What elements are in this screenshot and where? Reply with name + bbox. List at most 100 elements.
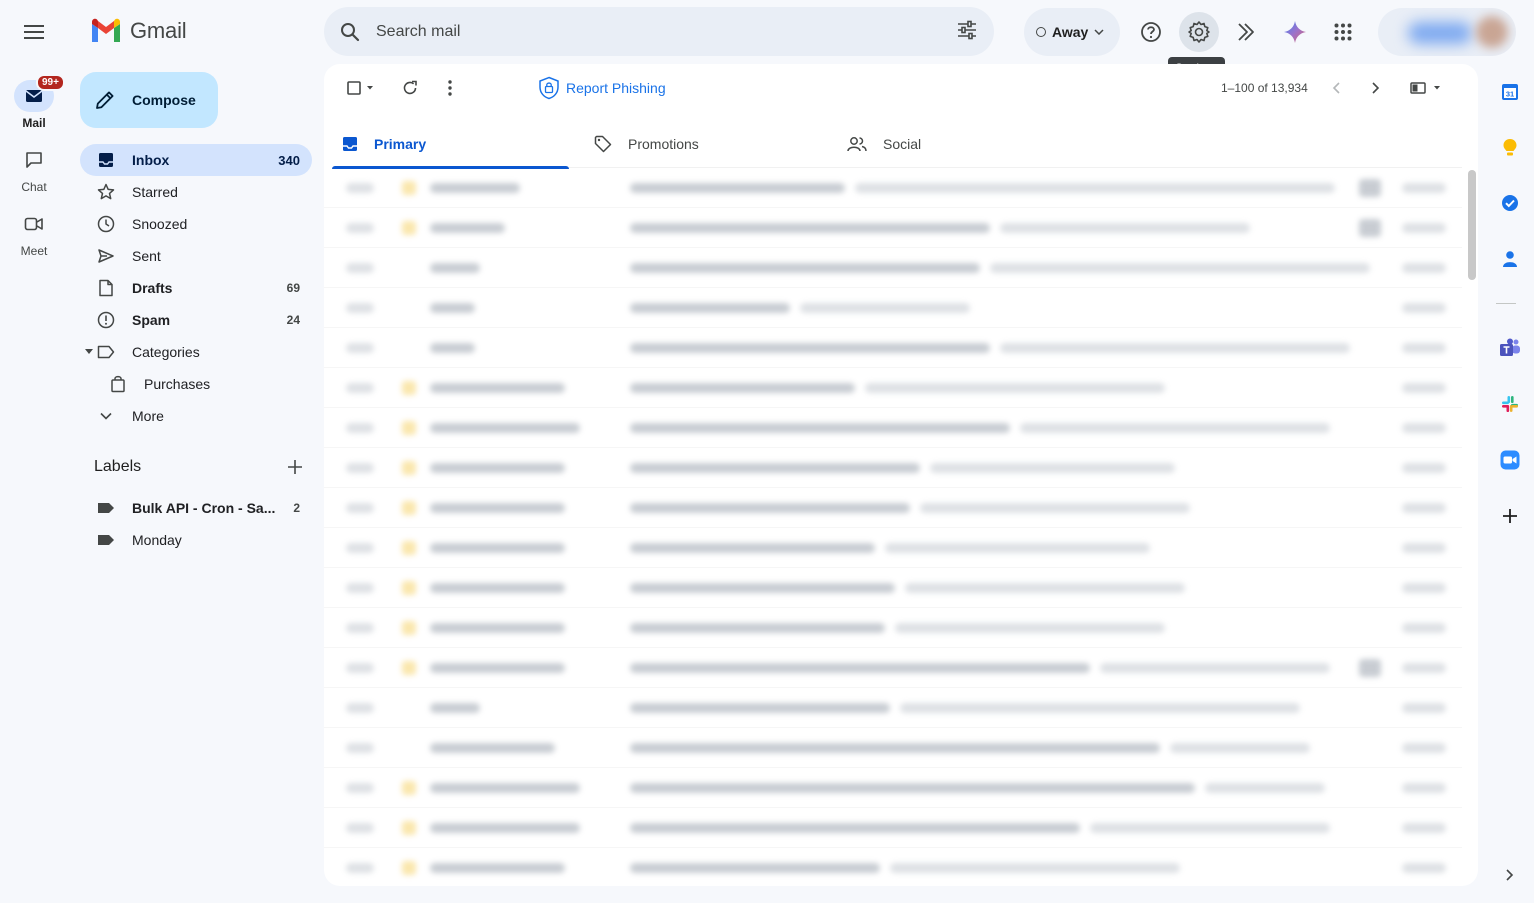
email-row[interactable] <box>324 368 1462 408</box>
sidebar-item-starred[interactable]: Starred <box>80 176 312 208</box>
row-controls[interactable] <box>346 783 374 793</box>
tab-primary[interactable]: Primary <box>332 120 569 169</box>
plus-icon[interactable] <box>288 460 302 474</box>
select-all-checkbox[interactable] <box>338 72 378 104</box>
sidebar-item-sent[interactable]: Sent <box>80 240 312 272</box>
row-controls[interactable] <box>346 823 374 833</box>
email-row[interactable] <box>324 608 1462 648</box>
star-icon[interactable] <box>402 461 416 475</box>
attachment-chip[interactable] <box>1359 219 1381 237</box>
rail-chat[interactable]: Chat <box>0 144 68 194</box>
compose-button[interactable]: Compose <box>80 72 218 128</box>
report-phishing-button[interactable]: Report Phishing <box>538 76 666 100</box>
attachment-chip[interactable] <box>1359 659 1381 677</box>
more-options-button[interactable] <box>434 72 466 104</box>
row-controls[interactable] <box>346 183 374 193</box>
star-icon[interactable] <box>402 621 416 635</box>
support-button[interactable] <box>1131 12 1171 52</box>
caret-down-icon[interactable] <box>85 349 93 355</box>
star-icon[interactable] <box>402 381 416 395</box>
google-apps-button[interactable] <box>1323 12 1363 52</box>
search-options-icon[interactable] <box>956 19 978 41</box>
sidebar-item-snoozed[interactable]: Snoozed <box>80 208 312 240</box>
tasks-button[interactable] <box>1490 183 1530 223</box>
zoom-addon-button[interactable] <box>1490 440 1530 480</box>
contacts-button[interactable] <box>1490 239 1530 279</box>
row-controls[interactable] <box>346 663 374 673</box>
gemini-extensions-button[interactable] <box>1227 12 1267 52</box>
attachment-chip[interactable] <box>1359 179 1381 197</box>
refresh-button[interactable] <box>394 72 426 104</box>
row-controls[interactable] <box>346 343 374 353</box>
star-icon[interactable] <box>402 581 416 595</box>
keep-button[interactable] <box>1490 128 1530 168</box>
row-controls[interactable] <box>346 503 374 513</box>
newer-button[interactable] <box>1320 72 1352 104</box>
row-controls[interactable] <box>346 263 374 273</box>
email-row[interactable] <box>324 848 1462 886</box>
row-controls[interactable] <box>346 863 374 873</box>
email-row[interactable] <box>324 768 1462 808</box>
label-item-monday[interactable]: Monday <box>80 524 312 556</box>
star-icon[interactable] <box>402 541 416 555</box>
rail-mail[interactable]: 99+ Mail <box>0 74 68 130</box>
email-row[interactable] <box>324 688 1462 728</box>
sidebar-item-categories[interactable]: Categories <box>80 336 312 368</box>
email-row[interactable] <box>324 808 1462 848</box>
label-item-bulk-api[interactable]: Bulk API - Cron - Sa... 2 <box>80 492 312 524</box>
row-controls[interactable] <box>346 423 374 433</box>
row-controls[interactable] <box>346 543 374 553</box>
row-controls[interactable] <box>346 703 374 713</box>
split-pane-toggle[interactable] <box>1406 72 1446 104</box>
email-row[interactable] <box>324 648 1462 688</box>
star-icon[interactable] <box>402 661 416 675</box>
calendar-button[interactable]: 31 <box>1490 72 1530 112</box>
search-input[interactable] <box>376 22 916 41</box>
sidebar-item-inbox[interactable]: Inbox 340 <box>80 144 312 176</box>
sidebar-item-more[interactable]: More <box>80 400 312 432</box>
tab-promotions[interactable]: Promotions <box>584 120 821 168</box>
rail-meet[interactable]: Meet <box>0 208 68 258</box>
main-menu-button[interactable] <box>14 12 54 52</box>
row-controls[interactable] <box>346 623 374 633</box>
row-controls[interactable] <box>346 223 374 233</box>
row-controls[interactable] <box>346 743 374 753</box>
email-row[interactable] <box>324 408 1462 448</box>
star-icon[interactable] <box>402 421 416 435</box>
gmail-logo[interactable]: Gmail <box>90 18 187 44</box>
email-row[interactable] <box>324 328 1462 368</box>
teams-addon-button[interactable] <box>1490 328 1530 368</box>
star-icon[interactable] <box>402 781 416 795</box>
hide-side-panel-button[interactable] <box>1490 855 1530 895</box>
email-row[interactable] <box>324 488 1462 528</box>
email-row[interactable] <box>324 168 1462 208</box>
search-icon[interactable] <box>340 22 360 42</box>
row-controls[interactable] <box>346 463 374 473</box>
star-icon[interactable] <box>402 861 416 875</box>
slack-addon-button[interactable] <box>1490 384 1530 424</box>
email-row[interactable] <box>324 288 1462 328</box>
row-controls[interactable] <box>346 303 374 313</box>
tab-social[interactable]: Social <box>837 120 1074 168</box>
email-row[interactable] <box>324 568 1462 608</box>
star-icon[interactable] <box>402 821 416 835</box>
email-row[interactable] <box>324 208 1462 248</box>
star-icon[interactable] <box>402 221 416 235</box>
email-row[interactable] <box>324 728 1462 768</box>
older-button[interactable] <box>1360 72 1392 104</box>
email-row[interactable] <box>324 248 1462 288</box>
sidebar-item-spam[interactable]: Spam 24 <box>80 304 312 336</box>
row-controls[interactable] <box>346 383 374 393</box>
get-addons-button[interactable] <box>1490 496 1530 536</box>
status-dropdown[interactable]: Away <box>1024 8 1120 56</box>
row-controls[interactable] <box>346 583 374 593</box>
settings-button[interactable] <box>1179 12 1219 52</box>
email-row[interactable] <box>324 448 1462 488</box>
star-icon[interactable] <box>402 181 416 195</box>
sidebar-item-drafts[interactable]: Drafts 69 <box>80 272 312 304</box>
gemini-button[interactable] <box>1275 12 1315 52</box>
email-row[interactable] <box>324 528 1462 568</box>
scrollbar[interactable] <box>1468 170 1476 280</box>
sidebar-item-purchases[interactable]: Purchases <box>80 368 312 400</box>
star-icon[interactable] <box>402 501 416 515</box>
